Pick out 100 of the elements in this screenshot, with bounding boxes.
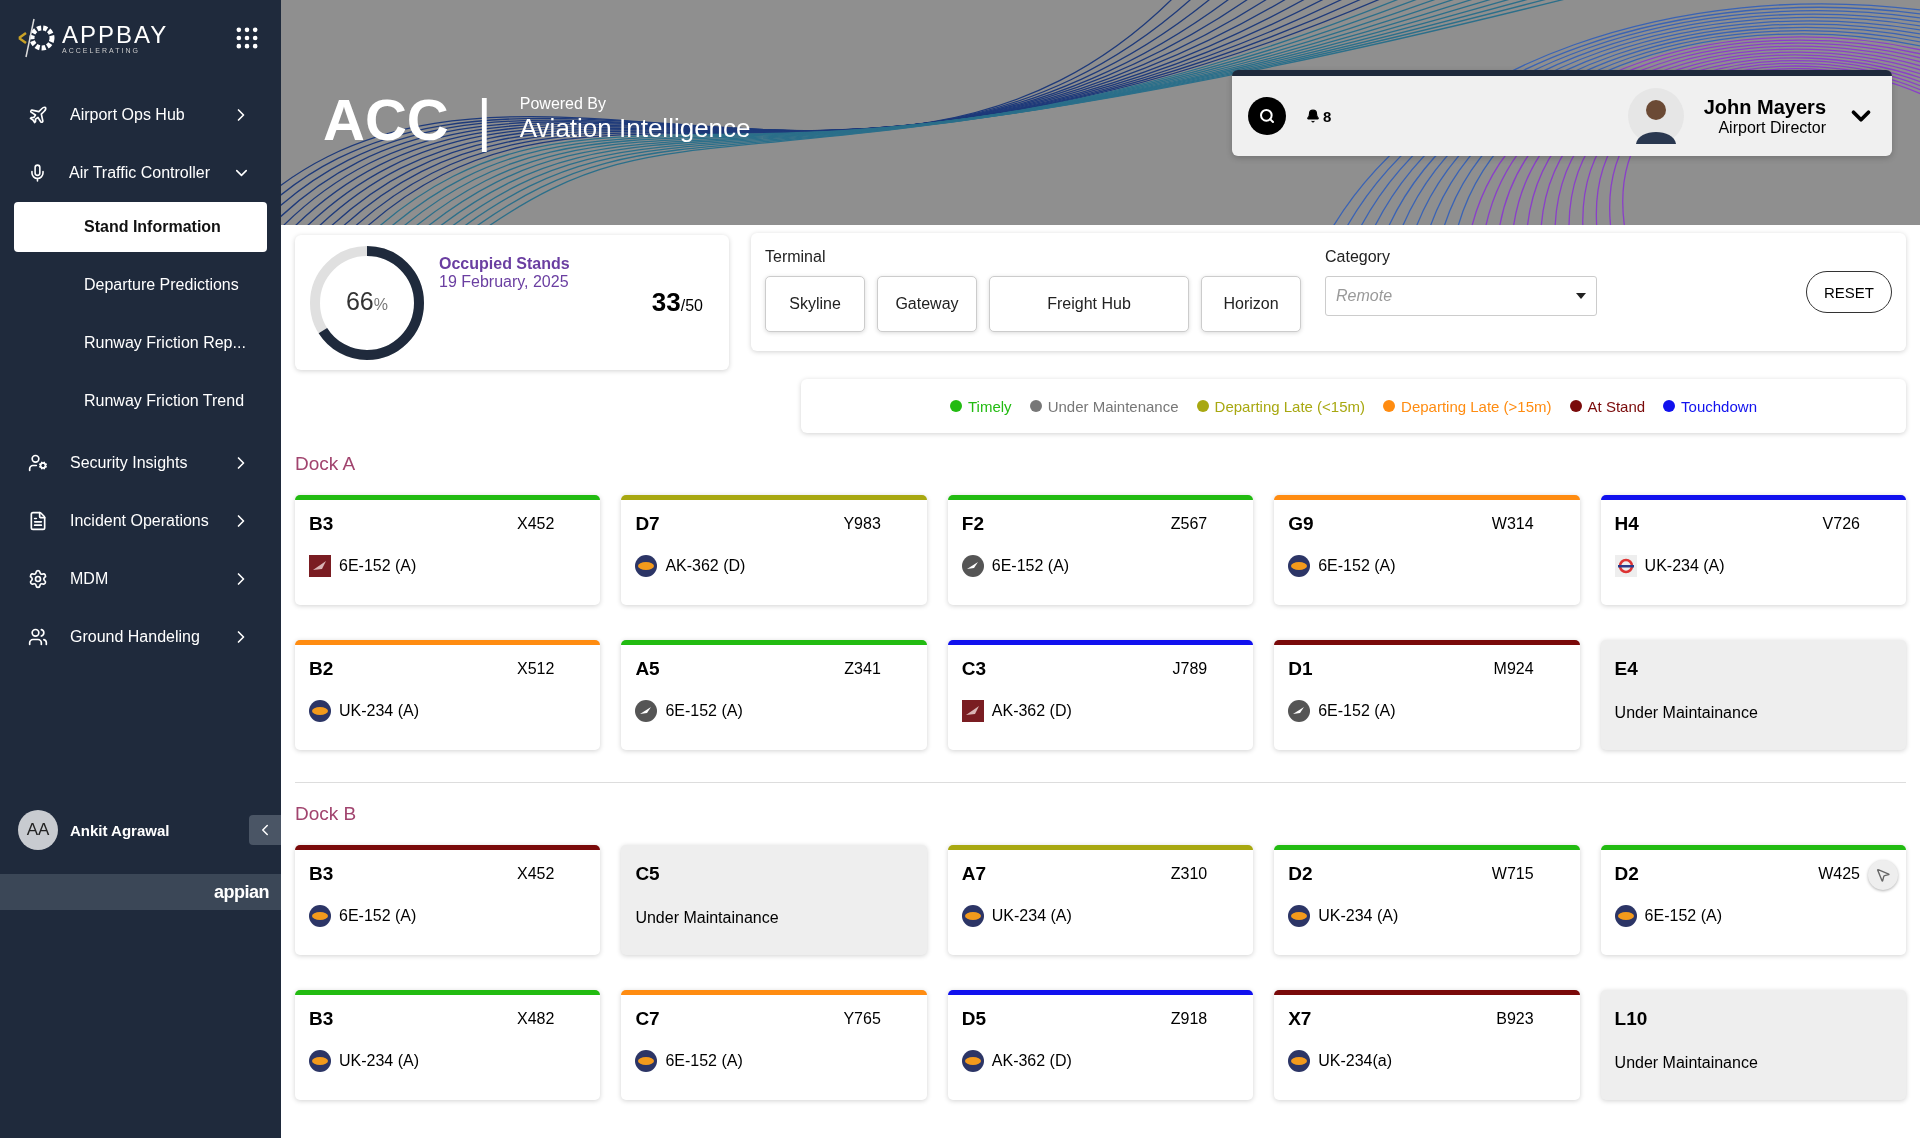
reset-button[interactable]: RESET bbox=[1806, 271, 1892, 313]
legend-label: Departing Late (>15m) bbox=[1401, 397, 1552, 415]
stand-name: B3 bbox=[309, 1008, 334, 1030]
terminal-button[interactable]: Skyline bbox=[765, 276, 865, 332]
stand-code: W314 bbox=[1491, 515, 1534, 533]
airline-logo-icon bbox=[1288, 1050, 1311, 1072]
legend-label: Departing Late (<15m) bbox=[1214, 397, 1366, 415]
airline-logo-icon bbox=[961, 555, 984, 577]
stand-name: C3 bbox=[961, 658, 987, 680]
airline-logo-icon bbox=[1614, 905, 1637, 927]
stand-code: B923 bbox=[1496, 1010, 1534, 1028]
caret-icon bbox=[1576, 293, 1586, 299]
flight-number: 6E-152 (A) bbox=[665, 1052, 743, 1070]
flight-number: AK-362 (D) bbox=[991, 702, 1072, 720]
app-title: ACC bbox=[323, 86, 449, 153]
stand-card[interactable]: A5 Z341 6E-152 (A) bbox=[621, 640, 927, 750]
nav-item[interactable]: Air Traffic Controller bbox=[0, 144, 281, 202]
flight-number: UK-234 (A) bbox=[991, 907, 1072, 925]
airline-logo-icon bbox=[961, 700, 984, 722]
stand-card[interactable]: G9 W314 6E-152 (A) bbox=[1274, 495, 1580, 605]
nav-item[interactable]: MDM bbox=[0, 550, 281, 608]
notification-count: 8 bbox=[1323, 107, 1332, 125]
nav-label: Security Insights bbox=[70, 454, 189, 472]
stand-card[interactable]: D1 M924 6E-152 (A) bbox=[1274, 640, 1580, 750]
nav-label: MDM bbox=[70, 570, 110, 588]
stand-card[interactable]: X7 B923 UK-234(a) bbox=[1274, 990, 1580, 1100]
nav-subitem[interactable]: Departure Predictions bbox=[14, 260, 267, 310]
stand-code: Z567 bbox=[1170, 515, 1208, 533]
stand-card[interactable]: E4 Under Maintainance bbox=[1600, 640, 1906, 750]
stand-card[interactable]: B3 X452 6E-152 (A) bbox=[295, 495, 601, 605]
maintenance-note: Under Maintainance bbox=[1614, 704, 1759, 722]
stand-card[interactable]: D2 W425 6E-152 (A) bbox=[1600, 845, 1906, 955]
stand-code: V726 bbox=[1822, 515, 1860, 533]
collapse-button[interactable] bbox=[249, 815, 281, 845]
nav-item[interactable]: Incident Operations bbox=[0, 492, 281, 550]
stand-name: G9 bbox=[1288, 513, 1314, 535]
flight-number: UK-234 (A) bbox=[1318, 907, 1399, 925]
stand-name: B3 bbox=[309, 863, 334, 885]
nav-item[interactable]: Ground Handeling bbox=[0, 608, 281, 666]
stand-card[interactable]: L10 Under Maintainance bbox=[1600, 990, 1906, 1100]
stand-card[interactable]: F2 Z567 6E-152 (A) bbox=[947, 495, 1254, 605]
document-icon bbox=[28, 511, 48, 531]
summary-date: 19 February, 2025 bbox=[439, 273, 570, 291]
airline-logo-icon bbox=[309, 1050, 331, 1072]
search-icon bbox=[1259, 108, 1275, 124]
stand-card[interactable]: H4 V726 UK-234 (A) bbox=[1600, 495, 1906, 605]
stand-name: E4 bbox=[1614, 658, 1639, 680]
stand-card[interactable]: D2 W715 UK-234 (A) bbox=[1274, 845, 1580, 955]
bell-icon bbox=[1306, 109, 1320, 123]
user-gear-icon bbox=[28, 453, 48, 473]
stand-card[interactable]: C3 J789 AK-362 (D) bbox=[947, 640, 1254, 750]
gear-code-icon bbox=[16, 17, 56, 59]
nav-item[interactable]: Airport Ops Hub bbox=[0, 86, 281, 144]
nav-subitem[interactable]: Stand Information bbox=[14, 202, 267, 252]
stand-name: D5 bbox=[961, 1008, 987, 1030]
stand-code: X482 bbox=[517, 1010, 555, 1028]
flight-number: 6E-152 (A) bbox=[1644, 907, 1722, 925]
nav-subitem[interactable]: Runway Friction Rep... bbox=[14, 318, 267, 368]
stand-name: D2 bbox=[1614, 863, 1639, 885]
stand-name: A7 bbox=[961, 863, 987, 885]
brand-name: APPBAY bbox=[62, 22, 169, 47]
stand-card[interactable]: C7 Y765 6E-152 (A) bbox=[621, 990, 927, 1100]
flight-number: UK-234 (A) bbox=[339, 1052, 420, 1070]
dock-title: Dock B bbox=[295, 803, 358, 825]
stand-card[interactable]: C5 Under Maintainance bbox=[621, 845, 927, 955]
terminal-button[interactable]: Gateway bbox=[877, 276, 977, 332]
users-icon bbox=[28, 627, 48, 647]
stand-name: D7 bbox=[635, 513, 660, 535]
airline-logo-icon bbox=[309, 700, 331, 722]
terminal-button[interactable]: Horizon bbox=[1201, 276, 1301, 332]
nav-item[interactable]: Security Insights bbox=[0, 434, 281, 492]
maintenance-note: Under Maintainance bbox=[1614, 1054, 1759, 1072]
stand-code: W425 bbox=[1818, 865, 1860, 883]
stand-card[interactable]: B3 X482 UK-234 (A) bbox=[295, 990, 601, 1100]
airline-logo-icon bbox=[961, 1050, 984, 1072]
stand-card[interactable]: B2 X512 UK-234 (A) bbox=[295, 640, 601, 750]
stand-card[interactable]: D7 Y983 AK-362 (D) bbox=[621, 495, 927, 605]
plane-icon bbox=[28, 105, 48, 125]
powered-by-label: Powered By bbox=[519, 95, 607, 113]
nav-subitem[interactable]: Runway Friction Trend bbox=[14, 376, 267, 426]
stand-card[interactable]: B3 X452 6E-152 (A) bbox=[295, 845, 601, 955]
stand-code: J789 bbox=[1172, 660, 1208, 678]
dock-title: Dock A bbox=[295, 453, 357, 475]
airline-logo-icon bbox=[1288, 700, 1311, 722]
flight-number: UK-234 (A) bbox=[1644, 557, 1725, 575]
cursor-button[interactable] bbox=[1868, 860, 1898, 890]
stand-card[interactable]: A7 Z310 UK-234 (A) bbox=[947, 845, 1254, 955]
stand-card[interactable]: D5 Z918 AK-362 (D) bbox=[947, 990, 1254, 1100]
stand-code: Z310 bbox=[1170, 865, 1208, 883]
user-role: Airport Director bbox=[1717, 118, 1826, 137]
flight-number: 6E-152 (A) bbox=[339, 557, 417, 575]
legend-label: Touchdown bbox=[1681, 397, 1757, 415]
pointer-icon bbox=[1875, 867, 1891, 883]
flight-number: 6E-152 (A) bbox=[665, 702, 743, 720]
stand-code: Y983 bbox=[843, 515, 881, 533]
notifications[interactable]: 8 bbox=[1306, 107, 1608, 125]
terminal-button[interactable]: Freight Hub bbox=[989, 276, 1189, 332]
stand-name: B3 bbox=[309, 513, 334, 535]
search-button[interactable] bbox=[1248, 97, 1286, 135]
settings-icon bbox=[28, 569, 48, 589]
